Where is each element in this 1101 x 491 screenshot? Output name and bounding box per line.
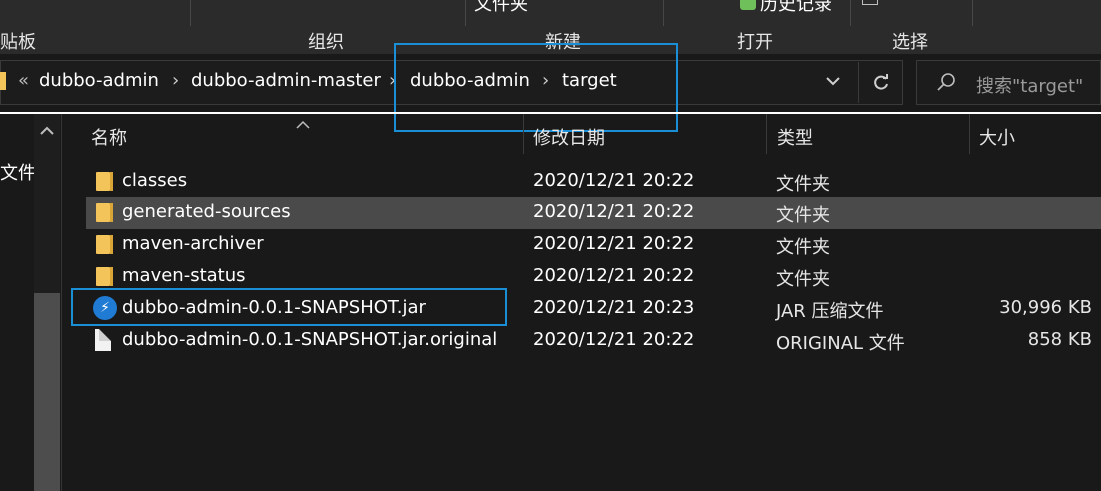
ribbon-divider bbox=[663, 0, 664, 26]
history-icon bbox=[740, 0, 756, 10]
column-divider[interactable] bbox=[969, 114, 970, 154]
sort-up-icon bbox=[296, 114, 310, 129]
file-type: 文件夹 bbox=[776, 269, 830, 290]
file-row[interactable]: classes 2020/12/21 20:22 文件夹 bbox=[86, 166, 1101, 198]
refresh-button[interactable] bbox=[858, 62, 903, 103]
column-divider[interactable] bbox=[523, 114, 524, 154]
file-name: generated-sources bbox=[122, 201, 291, 222]
folder-icon bbox=[96, 172, 113, 191]
ribbon-divider bbox=[465, 0, 466, 26]
file-row[interactable]: maven-archiver 2020/12/21 20:22 文件夹 bbox=[86, 229, 1101, 261]
ribbon-folder-label[interactable]: 文件夹 bbox=[474, 0, 528, 16]
column-header-modified[interactable]: 修改日期 bbox=[533, 124, 605, 150]
file-name: dubbo-admin-0.0.1-SNAPSHOT.jar.original bbox=[122, 329, 498, 350]
column-header-name[interactable]: 名称 bbox=[91, 124, 127, 150]
ribbon-divider bbox=[190, 0, 191, 26]
jar-highlight-box bbox=[71, 288, 507, 326]
file-modified: 2020/12/21 20:23 bbox=[533, 297, 695, 318]
breadcrumb-dubbo-admin-master[interactable]: dubbo-admin-master bbox=[191, 70, 381, 91]
overflow-chevron[interactable]: « bbox=[18, 70, 29, 91]
nav-scrollbar-thumb[interactable] bbox=[34, 293, 60, 491]
file-name: maven-status bbox=[122, 265, 246, 286]
file-type: 文件夹 bbox=[776, 237, 830, 258]
column-header-type[interactable]: 类型 bbox=[777, 124, 813, 150]
folder-icon bbox=[0, 72, 6, 90]
file-size: 30,996 KB bbox=[999, 297, 1092, 318]
folder-icon bbox=[96, 235, 113, 254]
file-modified: 2020/12/21 20:22 bbox=[533, 233, 695, 254]
ribbon-divider bbox=[850, 0, 851, 26]
search-placeholder[interactable]: 搜索"target" bbox=[976, 72, 1083, 98]
breadcrumb-dubbo-admin-root[interactable]: dubbo-admin bbox=[39, 70, 159, 91]
file-type: 文件夹 bbox=[776, 174, 830, 195]
file-type: JAR 压缩文件 bbox=[776, 301, 884, 322]
file-icon bbox=[95, 329, 111, 351]
folder-icon bbox=[96, 267, 113, 286]
file-name: maven-archiver bbox=[122, 233, 264, 254]
breadcrumb-separator: › bbox=[172, 70, 180, 91]
ribbon-divider bbox=[972, 0, 973, 26]
column-header-size[interactable]: 大小 bbox=[979, 124, 1015, 150]
file-modified: 2020/12/21 20:22 bbox=[533, 170, 695, 191]
ribbon-group-organize: 组织 bbox=[308, 32, 344, 53]
file-row-selected[interactable]: generated-sources 2020/12/21 20:22 文件夹 bbox=[86, 197, 1101, 229]
address-highlight-box bbox=[394, 43, 678, 132]
column-divider[interactable] bbox=[766, 114, 767, 154]
select-icon bbox=[862, 0, 878, 5]
search-icon bbox=[936, 72, 956, 92]
file-modified: 2020/12/21 20:22 bbox=[533, 265, 695, 286]
chevron-down-icon[interactable] bbox=[824, 72, 842, 90]
nav-item-files[interactable]: 文件 bbox=[0, 159, 36, 185]
ribbon-group-select: 选择 bbox=[892, 32, 928, 53]
file-size: 858 KB bbox=[1027, 329, 1092, 350]
refresh-icon bbox=[874, 74, 888, 90]
ribbon-history-label[interactable]: 历史记录 bbox=[760, 0, 832, 16]
divider-line bbox=[0, 112, 1101, 114]
file-modified: 2020/12/21 20:22 bbox=[533, 329, 695, 350]
file-modified: 2020/12/21 20:22 bbox=[533, 201, 695, 222]
file-type: 文件夹 bbox=[776, 205, 830, 226]
ribbon-group-open: 打开 bbox=[737, 32, 773, 53]
folder-icon bbox=[96, 203, 113, 222]
ribbon-group-clipboard: 贴板 bbox=[0, 32, 36, 53]
scroll-up-icon[interactable] bbox=[38, 122, 56, 136]
file-name: classes bbox=[122, 170, 188, 191]
file-row[interactable]: dubbo-admin-0.0.1-SNAPSHOT.jar.original … bbox=[86, 325, 1101, 357]
